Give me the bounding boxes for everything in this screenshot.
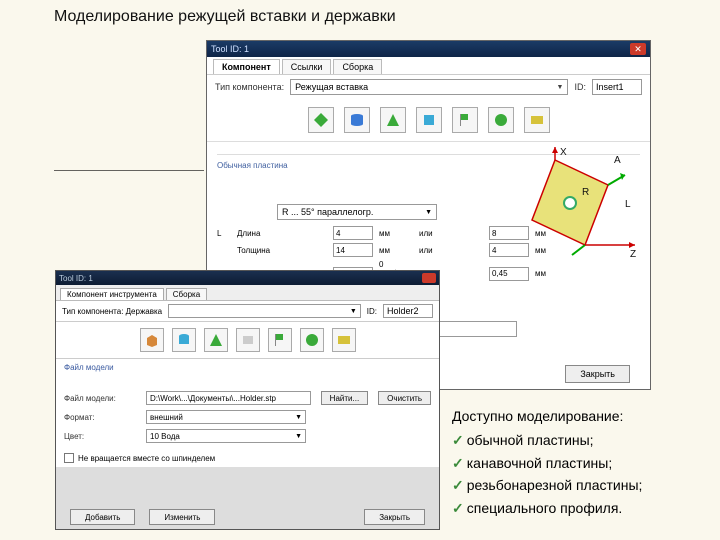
param-idx: L — [217, 229, 231, 238]
list-item: ✓специального профиля. — [452, 497, 642, 519]
shape-cylinder-icon[interactable] — [344, 107, 370, 133]
component-type-select[interactable]: ▼ — [168, 304, 361, 318]
titlebar[interactable]: Tool ID: 1 — [56, 271, 439, 285]
file-path-field[interactable]: D:\Work\...\Документы\...Holder.stp — [146, 391, 311, 405]
close-button[interactable]: Закрыть — [565, 365, 630, 383]
separator — [54, 170, 204, 171]
component-type-label: Тип компонента: Державка — [62, 307, 162, 316]
checkbox-label: Не вращается вместе со шпинделем — [78, 454, 215, 463]
cube-icon[interactable] — [140, 328, 164, 352]
shape-triangle-icon[interactable] — [380, 107, 406, 133]
cylinder-icon[interactable] — [172, 328, 196, 352]
check-icon: ✓ — [452, 497, 464, 519]
color-label: Цвет: — [64, 432, 136, 441]
list-item: ✓обычной пластины; — [452, 429, 642, 451]
disc-icon[interactable] — [300, 328, 324, 352]
chevron-down-icon: ▼ — [557, 84, 564, 91]
cone-icon[interactable] — [204, 328, 228, 352]
color-select[interactable]: 10 Вода ▼ — [146, 429, 306, 443]
color-value: 10 Вода — [150, 432, 180, 441]
param-name: Толщина — [237, 246, 327, 255]
flag-icon[interactable] — [268, 328, 292, 352]
modeling-list: Доступно моделирование: ✓обычной пластин… — [452, 405, 642, 519]
chevron-down-icon: ▼ — [350, 308, 357, 315]
shape-toolbar — [56, 322, 439, 359]
titlebar[interactable]: Tool ID: 1 ✕ — [207, 41, 650, 57]
tabs: Компонент Ссылки Сборка — [207, 57, 650, 75]
svg-text:R: R — [582, 187, 589, 198]
close-button[interactable]: Закрыть — [364, 509, 425, 525]
list-item: ✓резьбонарезной пластины; — [452, 474, 642, 496]
svg-text:A: A — [614, 155, 621, 166]
check-icon: ✓ — [452, 452, 464, 474]
shape-square-icon[interactable] — [416, 107, 442, 133]
bar-icon[interactable] — [332, 328, 356, 352]
list-item: ✓канавочной пластины; — [452, 452, 642, 474]
param-input[interactable]: 0,45 — [489, 267, 529, 281]
svg-text:X: X — [560, 147, 567, 158]
check-icon: ✓ — [452, 474, 464, 496]
param-or: или — [419, 229, 483, 238]
format-select[interactable]: внешний ▼ — [146, 410, 306, 424]
no-rotate-checkbox[interactable]: Не вращается вместе со шпинделем — [64, 453, 431, 463]
param-unit: мм — [535, 269, 559, 278]
param-unit: мм — [379, 246, 413, 255]
id-label: ID: — [367, 307, 377, 316]
window-title: Tool ID: 1 — [211, 44, 249, 54]
shape-rhombus-icon[interactable] — [308, 107, 334, 133]
component-type-select[interactable]: Режущая вставка ▼ — [290, 79, 568, 95]
param-name: Длина — [237, 229, 327, 238]
component-type-label: Тип компонента: — [215, 82, 284, 92]
param-input[interactable]: 4 — [333, 226, 373, 240]
tab-component[interactable]: Компонент — [213, 59, 280, 74]
file-label: Файл модели: — [64, 394, 136, 403]
id-label: ID: — [574, 82, 586, 92]
insert-diagram: X A L R Z — [510, 145, 640, 265]
section-header: Файл модели — [56, 359, 439, 376]
holder-dialog: Tool ID: 1 Компонент инструмента Сборка … — [55, 270, 440, 530]
modeling-heading: Доступно моделирование: — [452, 405, 642, 427]
tab-assembly[interactable]: Сборка — [166, 288, 207, 300]
tab-assembly[interactable]: Сборка — [333, 59, 382, 74]
window-title: Tool ID: 1 — [59, 274, 93, 283]
shape-flag-icon[interactable] — [452, 107, 478, 133]
slide-title: Моделирование режущей вставки и державки — [54, 8, 396, 26]
format-value: внешний — [150, 413, 183, 422]
check-icon: ✓ — [452, 429, 464, 451]
chevron-down-icon: ▼ — [295, 433, 302, 440]
id-field[interactable]: Holder2 — [383, 304, 433, 318]
format-label: Формат: — [64, 413, 136, 422]
chevron-down-icon: ▼ — [295, 414, 302, 421]
component-type-value: Режущая вставка — [295, 82, 368, 92]
tab-references[interactable]: Ссылки — [282, 59, 332, 74]
close-icon[interactable]: ✕ — [630, 43, 646, 55]
shape-select-value: R ... 55° параллелогр. — [282, 207, 373, 217]
tab-component[interactable]: Компонент инструмента — [60, 288, 164, 300]
param-unit: мм — [379, 229, 413, 238]
svg-text:Z: Z — [630, 249, 636, 260]
id-field[interactable]: Insert1 — [592, 79, 642, 95]
checkbox-icon — [64, 453, 74, 463]
shape-select[interactable]: R ... 55° параллелогр. ▼ — [277, 204, 437, 220]
block-icon[interactable] — [236, 328, 260, 352]
clear-button[interactable]: Очистить — [378, 391, 431, 405]
close-icon[interactable] — [422, 273, 436, 283]
param-or: или — [419, 246, 483, 255]
shape-toolbar — [207, 99, 650, 142]
shape-block-icon[interactable] — [524, 107, 550, 133]
add-button[interactable]: Добавить — [70, 509, 135, 525]
edit-button[interactable]: Изменить — [149, 509, 215, 525]
chevron-down-icon: ▼ — [425, 209, 432, 216]
browse-button[interactable]: Найти... — [321, 391, 369, 405]
param-input[interactable]: 14 — [333, 243, 373, 257]
shape-disc-icon[interactable] — [488, 107, 514, 133]
svg-text:L: L — [625, 199, 631, 210]
tabs: Компонент инструмента Сборка — [56, 285, 439, 301]
